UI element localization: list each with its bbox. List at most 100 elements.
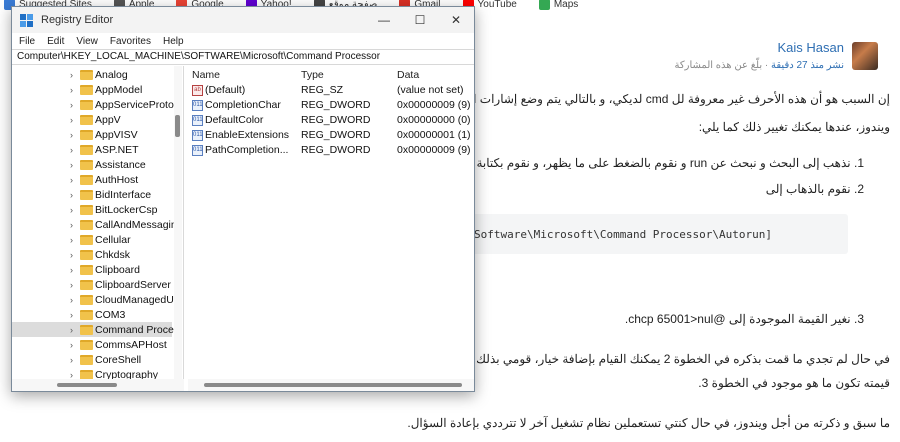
maximize-button[interactable]: ☐ — [402, 7, 438, 33]
menu-edit[interactable]: Edit — [47, 36, 64, 47]
chevron-right-icon[interactable]: › — [70, 235, 73, 245]
chevron-right-icon[interactable]: › — [70, 280, 73, 290]
chevron-right-icon[interactable]: › — [70, 325, 73, 335]
title-bar[interactable]: Registry Editor — ☐ ✕ — [12, 7, 474, 33]
tree-item-label: Analog — [95, 68, 128, 81]
tree-item-label: CommsAPHost — [95, 338, 167, 351]
value-row[interactable]: 011 PathCompletion... REG_DWORD 0x00000009 … — [188, 143, 474, 158]
key-tree: › Analog › AppModel › AppServiceProtoc › AppV › A… — [12, 66, 184, 379]
chevron-right-icon[interactable]: › — [70, 100, 73, 110]
value-row[interactable]: ab (Default) REG_SZ (value not set) — [188, 83, 474, 98]
folder-icon — [80, 144, 93, 155]
tree-scroll-thumb[interactable] — [175, 115, 180, 137]
tree-item-label: AppModel — [95, 83, 143, 96]
values-pane: Name Type Data ab (Default) REG_SZ (value n… — [188, 66, 474, 379]
tree-item-label: COM3 — [95, 308, 126, 321]
chevron-right-icon[interactable]: › — [70, 265, 73, 275]
code-text: Software\Microsoft\Command Processor\Aut… — [474, 228, 773, 241]
column-data[interactable]: Data — [397, 69, 419, 81]
dword-value-icon: 011 — [192, 115, 203, 126]
folder-icon — [80, 309, 93, 320]
tree-item-label: ClipboardServer — [95, 278, 171, 291]
avatar[interactable] — [852, 42, 878, 70]
column-type[interactable]: Type — [301, 69, 324, 81]
menu-view[interactable]: View — [76, 36, 98, 47]
tree-item-label: ASP.NET — [95, 143, 139, 156]
tree-item-label: CallAndMessaging — [95, 218, 183, 231]
dword-value-icon: 011 — [192, 130, 203, 141]
bookmark-item[interactable]: Maps — [538, 0, 578, 10]
tree-item-label: Cryptography — [95, 368, 159, 380]
value-name: EnableExtensions — [205, 129, 290, 141]
tree-item-label: Chkdsk — [95, 248, 131, 261]
post-line-1: إن السبب هو أن هذه الأحرف غير معروفة لل … — [444, 92, 890, 106]
chevron-right-icon[interactable]: › — [70, 175, 73, 185]
folder-icon — [80, 84, 93, 95]
registry-editor-window: Registry Editor — ☐ ✕ File Edit View Fav… — [11, 6, 475, 392]
value-row[interactable]: 011 CompletionChar REG_DWORD 0x00000009 (9) — [188, 98, 474, 113]
value-data: 0x00000001 (1) — [397, 129, 471, 141]
chevron-right-icon[interactable]: › — [70, 370, 73, 380]
column-name[interactable]: Name — [192, 69, 220, 81]
tree-item-label: BidInterface — [95, 188, 152, 201]
menu-file[interactable]: File — [19, 36, 35, 47]
registry-editor-icon — [20, 13, 33, 27]
tree-item-label: AppV — [95, 113, 121, 126]
tree-item[interactable]: › Command Proces — [12, 322, 179, 337]
chevron-right-icon[interactable]: › — [70, 310, 73, 320]
chevron-right-icon[interactable]: › — [70, 355, 73, 365]
chevron-right-icon[interactable]: › — [70, 85, 73, 95]
report-link[interactable]: بلّغ عن هذه المشاركة — [675, 60, 763, 71]
menu-bar: File Edit View Favorites Help — [12, 33, 474, 49]
chevron-right-icon[interactable]: › — [70, 295, 73, 305]
post-time[interactable]: نشر منذ 27 دقيقة — [771, 60, 844, 71]
chevron-right-icon[interactable]: › — [70, 70, 73, 80]
chevron-right-icon[interactable]: › — [70, 145, 73, 155]
folder-icon — [80, 354, 93, 365]
chevron-right-icon[interactable]: › — [70, 130, 73, 140]
string-value-icon: ab — [192, 85, 203, 96]
value-data: 0x00000000 (0) — [397, 114, 471, 126]
tree-vertical-scrollbar[interactable] — [174, 66, 182, 379]
chevron-right-icon[interactable]: › — [70, 250, 73, 260]
dword-value-icon: 011 — [192, 145, 203, 156]
value-name: CompletionChar — [205, 99, 281, 111]
folder-icon — [80, 339, 93, 350]
values-hscroll-thumb[interactable] — [204, 383, 462, 387]
chevron-right-icon[interactable]: › — [70, 205, 73, 215]
folder-icon — [80, 219, 93, 230]
folder-icon — [80, 324, 93, 335]
value-type: REG_DWORD — [301, 144, 371, 156]
chevron-right-icon[interactable]: › — [70, 190, 73, 200]
chevron-right-icon[interactable]: › — [70, 160, 73, 170]
chevron-right-icon[interactable]: › — [70, 220, 73, 230]
value-type: REG_SZ — [301, 84, 344, 96]
chevron-right-icon[interactable]: › — [70, 115, 73, 125]
chevron-right-icon[interactable]: › — [70, 340, 73, 350]
tree-item-label: Clipboard — [95, 263, 140, 276]
folder-icon — [80, 369, 93, 379]
tree-item-label: BitLockerCsp — [95, 203, 158, 216]
menu-favorites[interactable]: Favorites — [110, 36, 151, 47]
value-name: PathCompletion... — [205, 144, 289, 156]
tree-item-label: Assistance — [95, 158, 146, 171]
folder-icon — [80, 189, 93, 200]
minimize-button[interactable]: — — [366, 7, 402, 33]
post-para-1a: في حال لم تجدي ما قمت بذكره في الخطوة 2 … — [447, 352, 890, 366]
folder-icon — [80, 159, 93, 170]
menu-help[interactable]: Help — [163, 36, 184, 47]
value-type: REG_DWORD — [301, 129, 371, 141]
post-line-2: ويندوز، عندها يمكنك تغيير ذلك كما يلي: — [698, 120, 890, 134]
value-type: REG_DWORD — [301, 114, 371, 126]
address-bar[interactable]: Computer\HKEY_LOCAL_MACHINE\SOFTWARE\Mic… — [12, 49, 474, 65]
folder-icon — [80, 264, 93, 275]
close-button[interactable]: ✕ — [438, 7, 474, 33]
tree-item-label: AuthHost — [95, 173, 139, 186]
tree-hscroll-thumb[interactable] — [57, 383, 117, 387]
value-row[interactable]: 011 EnableExtensions REG_DWORD 0x00000001 (… — [188, 128, 474, 143]
folder-icon — [80, 69, 93, 80]
author-name[interactable]: Kais Hasan — [778, 40, 844, 55]
folder-icon — [80, 234, 93, 245]
post-para-2: ما سبق و ذكرته من أجل ويندوز، في حال كنت… — [407, 416, 890, 430]
value-row[interactable]: 011 DefaultColor REG_DWORD 0x00000000 (0) — [188, 113, 474, 128]
